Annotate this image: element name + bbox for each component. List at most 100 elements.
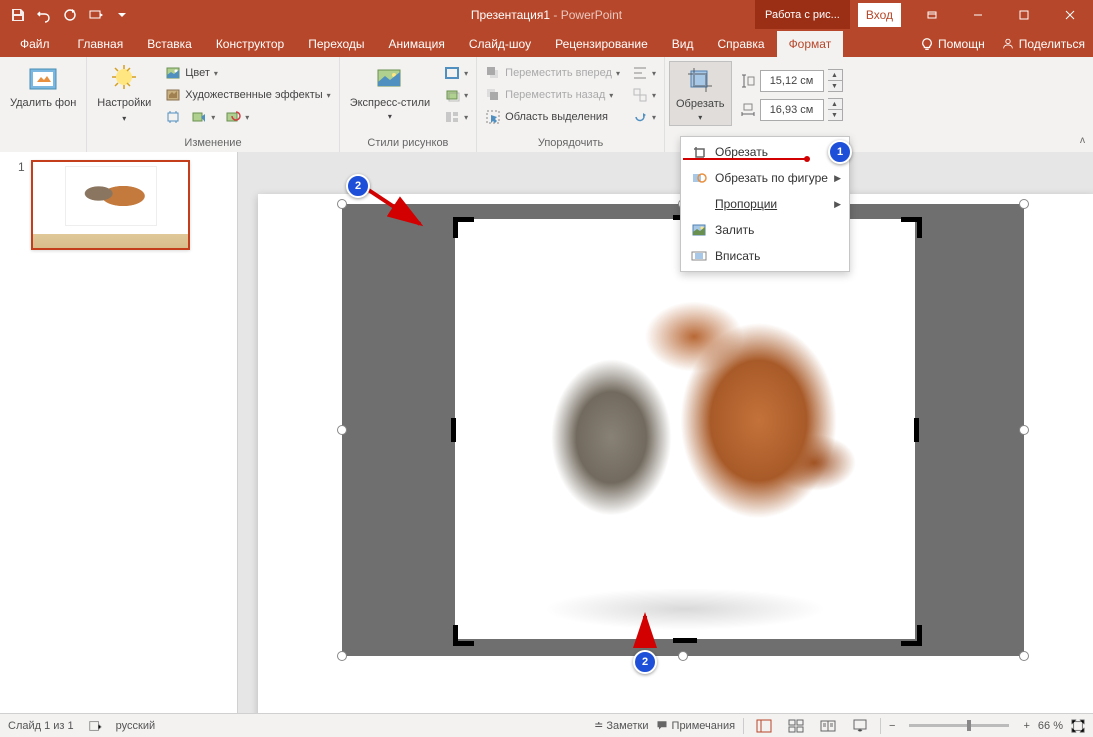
selection-handle[interactable] <box>337 425 347 435</box>
slide-canvas[interactable] <box>238 152 1093 714</box>
align-button[interactable]: ▾ <box>628 63 660 83</box>
tell-me-button[interactable]: Помощн <box>912 31 993 57</box>
tab-help[interactable]: Справка <box>705 31 776 57</box>
tab-home[interactable]: Главная <box>66 31 136 57</box>
selection-handle[interactable] <box>337 651 347 661</box>
group-label-arrange: Упорядочить <box>481 135 660 152</box>
picture-effects-button[interactable]: ▾ <box>440 85 472 105</box>
selection-handle[interactable] <box>337 199 347 209</box>
share-button[interactable]: Поделиться <box>993 31 1093 57</box>
selection-icon <box>485 109 501 125</box>
picture-tools-context-tab[interactable]: Работа с рис... <box>755 0 850 29</box>
titlebar-right: Работа с рис... Вход <box>755 0 1093 29</box>
slide-counter[interactable]: Слайд 1 из 1 <box>8 720 74 732</box>
layout-icon <box>444 109 460 125</box>
save-icon[interactable] <box>6 3 30 27</box>
color-button[interactable]: Цвет ▾ <box>161 63 334 83</box>
height-field[interactable]: 15,12 см ▲▼ <box>740 69 843 92</box>
compress-reset-buttons[interactable]: ▾ ▾ <box>161 107 334 127</box>
slide-thumbnail-1[interactable] <box>31 160 190 250</box>
ribbon-group-arrange: Переместить вперед ▾ Переместить назад ▾… <box>477 57 665 152</box>
sign-in-button[interactable]: Вход <box>858 3 901 27</box>
rotate-button[interactable]: ▾ <box>628 107 660 127</box>
slide-sorter-view-icon[interactable] <box>784 716 808 736</box>
annotation-badge-2b: 2 <box>633 650 657 674</box>
tab-insert[interactable]: Вставка <box>135 31 204 57</box>
annotation-badge-1: 1 <box>828 140 852 164</box>
group-icon <box>632 87 648 103</box>
crop-handle-corner[interactable] <box>453 217 474 238</box>
selection-handle[interactable] <box>1019 425 1029 435</box>
effects-icon <box>444 87 460 103</box>
document-name: Презентация1 <box>471 8 550 22</box>
notes-button[interactable]: ≐ Заметки <box>594 719 648 732</box>
slide-thumbnail-panel[interactable]: 1 <box>0 152 238 714</box>
width-field[interactable]: 16,93 см ▲▼ <box>740 98 843 121</box>
send-backward-icon <box>485 87 501 103</box>
picture-layout-button[interactable]: ▾ <box>440 107 472 127</box>
zoom-level[interactable]: 66 % <box>1038 720 1063 732</box>
reading-view-icon[interactable] <box>816 716 840 736</box>
rotate-icon <box>632 109 648 125</box>
fit-to-window-icon[interactable] <box>1071 719 1085 733</box>
ribbon-group-remove-bg: Удалить фон <box>0 57 87 152</box>
crop-handle-side[interactable] <box>673 638 697 643</box>
picture-border-button[interactable]: ▾ <box>440 63 472 83</box>
crop-menu-aspect[interactable]: Пропорции ▶ <box>681 191 849 217</box>
tab-animation[interactable]: Анимация <box>377 31 457 57</box>
undo-icon[interactable] <box>32 3 56 27</box>
zoom-slider[interactable] <box>909 724 1009 727</box>
close-icon[interactable] <box>1047 0 1093 29</box>
crop-handle-corner[interactable] <box>901 217 922 238</box>
height-spinner[interactable]: ▲▼ <box>828 69 843 92</box>
crop-handle-corner[interactable] <box>453 625 474 646</box>
thumb-picture <box>65 166 157 226</box>
comments-button[interactable]: Примечания <box>656 719 735 732</box>
tab-slideshow[interactable]: Слайд-шоу <box>457 31 543 57</box>
border-icon <box>444 65 460 81</box>
tab-transitions[interactable]: Переходы <box>296 31 376 57</box>
remove-background-button[interactable]: Удалить фон <box>4 61 82 112</box>
artistic-effects-button[interactable]: Художественные эффекты ▾ <box>161 85 334 105</box>
selection-pane-button[interactable]: Область выделения <box>481 107 624 127</box>
tab-file[interactable]: Файл <box>4 31 66 57</box>
crop-menu-fill[interactable]: Залить <box>681 217 849 243</box>
crop-menu-shape[interactable]: Обрезать по фигуре ▶ <box>681 165 849 191</box>
tab-review[interactable]: Рецензирование <box>543 31 660 57</box>
group-label-styles: Стили рисунков <box>344 135 472 152</box>
selection-handle[interactable] <box>1019 651 1029 661</box>
language-indicator[interactable]: русский <box>116 720 155 732</box>
height-icon <box>740 73 756 89</box>
group-button: ▾ <box>628 85 660 105</box>
tab-view[interactable]: Вид <box>660 31 706 57</box>
maximize-icon[interactable] <box>1001 0 1047 29</box>
start-from-beginning-icon[interactable] <box>84 3 108 27</box>
ribbon-display-icon[interactable] <box>909 0 955 29</box>
workspace: 1 <box>0 152 1093 714</box>
selection-handle[interactable] <box>678 651 688 661</box>
redo-icon[interactable] <box>58 3 82 27</box>
width-spinner[interactable]: ▲▼ <box>828 98 843 121</box>
crop-handle-side[interactable] <box>914 418 919 442</box>
title-bar: Презентация1 - PowerPoint Работа с рис..… <box>0 0 1093 29</box>
tab-design[interactable]: Конструктор <box>204 31 296 57</box>
crop-handle-side[interactable] <box>451 418 456 442</box>
zoom-in-button[interactable]: + <box>1023 720 1029 732</box>
normal-view-icon[interactable] <box>752 716 776 736</box>
align-icon <box>632 65 648 81</box>
collapse-ribbon-icon[interactable]: ʌ <box>1080 135 1085 146</box>
crop-menu-fit[interactable]: Вписать <box>681 243 849 269</box>
minimize-icon[interactable] <box>955 0 1001 29</box>
slideshow-view-icon[interactable] <box>848 716 872 736</box>
qat-more-icon[interactable] <box>110 3 134 27</box>
spellcheck-icon[interactable] <box>88 719 102 733</box>
zoom-out-button[interactable]: − <box>889 720 895 732</box>
corrections-button[interactable]: Настройки▾ <box>91 61 157 126</box>
color-icon <box>165 65 181 81</box>
slide <box>258 194 1093 714</box>
tab-format[interactable]: Формат <box>777 31 844 57</box>
crop-button[interactable]: Обрезать▾ <box>669 61 732 126</box>
selection-handle[interactable] <box>1019 199 1029 209</box>
quick-styles-button[interactable]: Экспресс-стили▾ <box>344 61 436 124</box>
crop-handle-corner[interactable] <box>901 625 922 646</box>
